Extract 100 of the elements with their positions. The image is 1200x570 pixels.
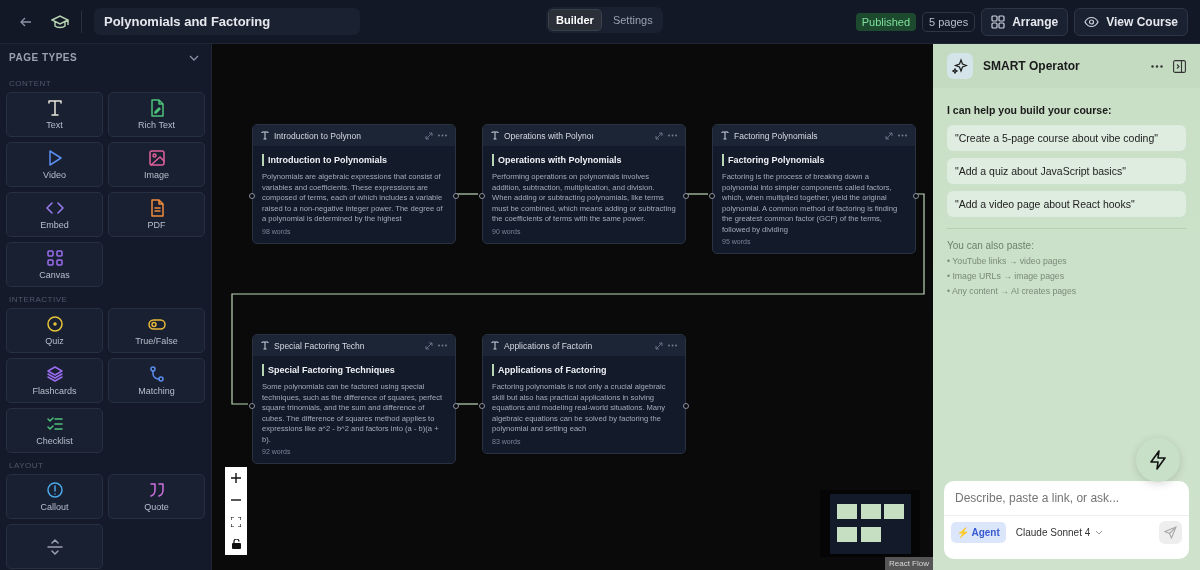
page-card[interactable] [482,124,686,244]
connection-handle[interactable] [453,193,459,199]
page-type-tile[interactable]: Canvas [6,242,103,287]
connection-handle[interactable] [249,193,255,199]
suggestion-button[interactable]: "Add a video page about React hooks" [947,191,1186,217]
matching-icon [147,365,166,383]
checklist-icon [45,415,64,433]
status-badge: Published [855,12,916,31]
section-label: INTERACTIVE [9,295,69,304]
attribution-link[interactable]: React Flow [885,557,933,570]
quiz-icon [45,315,64,333]
text-icon [721,131,729,140]
expand-icon[interactable] [425,341,433,350]
connection-handle[interactable] [453,403,459,409]
flashcards-icon [45,365,64,383]
card-heading: Introduction to Polynomials [262,154,446,166]
connection-handle[interactable] [913,193,919,199]
zoom-in-icon[interactable] [231,473,241,483]
connection-handle[interactable] [683,403,689,409]
expand-icon[interactable] [655,131,663,140]
graduation-cap-icon [51,13,69,30]
page-card[interactable] [482,334,686,454]
text-icon [491,341,499,350]
page-type-tile[interactable]: Image [108,142,205,187]
panel-title: PAGE TYPES [9,52,78,63]
connection-handle[interactable] [479,403,485,409]
page-type-tile[interactable] [6,524,103,569]
callout-icon [45,481,64,499]
more-icon[interactable] [438,344,447,347]
page-card[interactable] [252,124,456,244]
chevron-icon [1095,530,1104,535]
grid-icon [991,14,1006,29]
page-type-tile[interactable]: Checklist [6,408,103,453]
card-heading: Special Factoring Techniques [262,364,446,376]
expand-icon[interactable] [655,341,663,350]
paste-hint: • Image URLs → image pages [947,271,1065,281]
text-icon [45,99,64,117]
canvas-icon [45,249,64,267]
page-type-tile[interactable]: Flashcards [6,358,103,403]
arrange-button[interactable]: Arrange [981,7,1069,36]
lock-icon[interactable] [231,539,241,549]
view-course-button[interactable]: View Course [1074,7,1188,36]
more-icon[interactable] [1151,64,1163,68]
suggestion-button[interactable]: "Create a 5-page course about vibe coding" [947,125,1186,151]
page-card[interactable] [252,334,456,464]
page-count-badge: 5 pages [922,11,976,32]
paste-hint: • Any content → AI creates pages [947,286,1078,296]
more-icon[interactable] [668,134,677,137]
text-icon [261,131,269,140]
page-type-tile[interactable]: True/False [108,308,205,353]
suggestion-button[interactable]: "Add a quiz about JavaScript basics" [947,158,1186,184]
send-icon [1164,526,1177,539]
page-card[interactable] [712,124,916,254]
card-heading: Applications of Factoring [492,364,676,376]
card-title: Operations with Polynoı [504,130,595,141]
card-title: Special Factoring Techn [274,340,366,351]
quote-icon [147,481,166,499]
more-icon[interactable] [898,134,907,137]
image-icon [147,149,166,167]
page-type-tile[interactable]: Rich Text [108,92,205,137]
page-type-tile[interactable]: Embed [6,192,103,237]
page-type-tile[interactable]: PDF [108,192,205,237]
mode-tab[interactable]: Settings [604,9,661,31]
expand-icon[interactable] [425,131,433,140]
page-type-tile[interactable]: Callout [6,474,103,519]
paste-heading: You can also paste: [947,240,1035,251]
card-title: Introduction to Polynon [274,130,362,141]
page-type-tile[interactable]: Video [6,142,103,187]
message-field[interactable]: Describe, paste a link, or ask... [944,481,1189,516]
connection-handle[interactable] [683,193,689,199]
course-title-field[interactable]: Polynomials and Factoring [94,8,360,35]
mode-tab[interactable]: Builder [548,9,602,31]
page-type-tile[interactable]: Quote [108,474,205,519]
paste-hint: • YouTube links → video pages [947,256,1068,266]
connection-handle[interactable] [249,403,255,409]
card-title: Applications of Factorin [504,340,594,351]
section-label: CONTENT [9,79,53,88]
chevron-icon[interactable] [189,54,199,61]
connection-handle[interactable] [709,193,715,199]
fit-view-icon[interactable] [231,517,241,527]
more-icon[interactable] [438,134,447,137]
agent-mode-button[interactable]: ⚡ Agent [951,522,1006,543]
collapse-panel-icon[interactable] [1173,59,1186,73]
card-title: Factoring Polynomials [734,130,819,141]
page-type-tile[interactable]: Matching [108,358,205,403]
connection-handle[interactable] [479,193,485,199]
text-icon [491,131,499,140]
more-icon[interactable] [668,344,677,347]
intro-text: I can help you build your course: [947,104,1113,116]
expand-icon[interactable] [885,131,893,140]
divider-icon [45,537,64,556]
page-type-tile[interactable]: Quiz [6,308,103,353]
message-composer[interactable]: Describe, paste a link, or ask... ⚡ Agent Claude Sonnet 4 [944,481,1189,559]
page-type-tile[interactable]: Text [6,92,103,137]
assistant-title: SMART Operator [983,59,1081,73]
lightning-icon [1149,450,1167,470]
sparkle-icon [947,53,973,79]
section-label: LAYOUT [9,461,45,470]
card-heading: Operations with Polynomials [492,154,676,166]
lightning-button[interactable] [1136,438,1180,482]
